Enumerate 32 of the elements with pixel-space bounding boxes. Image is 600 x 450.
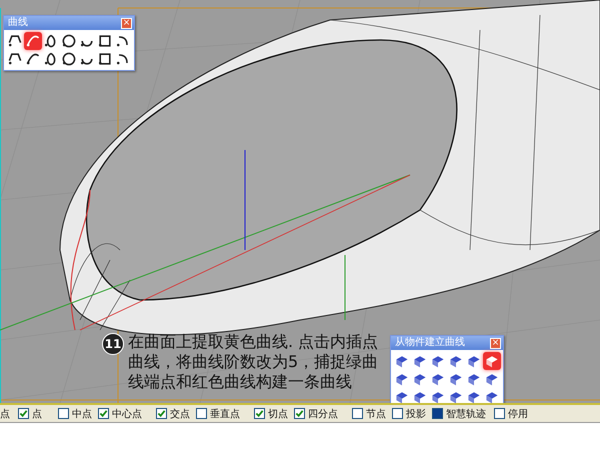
- checkbox[interactable]: [98, 408, 109, 419]
- checkbox[interactable]: [156, 408, 167, 419]
- palette-title: 曲线: [8, 17, 28, 29]
- close-button[interactable]: ×: [490, 338, 501, 348]
- close-button[interactable]: ×: [121, 18, 132, 28]
- osnap-label: 中心点: [112, 408, 142, 420]
- osnap-label: 投影: [406, 408, 426, 420]
- osnap-label: 中点: [72, 408, 92, 420]
- curve-tool-icon[interactable]: [60, 50, 78, 68]
- palette-title: 从物件建立曲线: [395, 337, 465, 349]
- checkbox[interactable]: [432, 408, 443, 419]
- osnap-label: 点: [32, 408, 42, 420]
- surface-tool-icon[interactable]: [483, 352, 501, 370]
- checkbox[interactable]: [392, 408, 403, 419]
- osnap-label: 智慧轨迹: [446, 408, 486, 420]
- checkbox[interactable]: [494, 408, 505, 419]
- checkbox[interactable]: [294, 408, 305, 419]
- curve-tool-icon[interactable]: [60, 32, 78, 50]
- checkbox[interactable]: [352, 408, 363, 419]
- osnap-label: 点: [0, 408, 10, 420]
- checkbox[interactable]: [254, 408, 265, 419]
- checkbox[interactable]: [58, 408, 69, 419]
- checkbox[interactable]: [18, 408, 29, 419]
- osnap-label: 交点: [170, 408, 190, 420]
- checkbox[interactable]: [196, 408, 207, 419]
- step-instruction: 在曲面上提取黄色曲线. 点击内插点曲线，将曲线阶数改为5，捕捉绿曲线端点和红色曲线构建一条曲线: [128, 332, 380, 392]
- osnap-label: 停用: [508, 408, 528, 420]
- osnap-label: 四分点: [308, 408, 338, 420]
- osnap-label: 切点: [268, 408, 288, 420]
- osnap-label: 垂直点: [210, 408, 240, 420]
- command-line-field[interactable]: [0, 422, 600, 450]
- osnap-label: 节点: [366, 408, 386, 420]
